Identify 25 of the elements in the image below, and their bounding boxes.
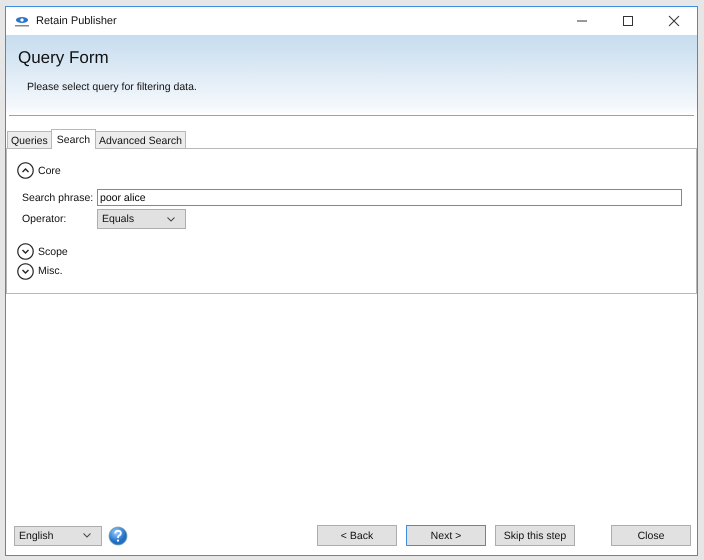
caret-icon	[167, 216, 175, 222]
tab[interactable]: Queries	[7, 131, 52, 149]
tab[interactable]: Search	[50, 129, 96, 149]
search-phrase-field[interactable]: poor alice	[97, 189, 682, 206]
wizard-button[interactable]: Next >	[406, 525, 486, 546]
wizard-button[interactable]: < Back	[317, 525, 397, 546]
language-dropdown[interactable]: English	[14, 526, 102, 546]
form-subtitle: Please select query for filtering data.	[27, 81, 198, 93]
operator-dropdown[interactable]: Equals	[97, 209, 186, 230]
wizard-button[interactable]: Close	[611, 525, 691, 546]
tab[interactable]: Advanced Search	[95, 131, 186, 149]
help-icon[interactable]	[108, 526, 128, 546]
expand-icon[interactable]	[17, 243, 34, 260]
section-title: Core	[38, 164, 61, 177]
field-label: Search phrase:	[22, 192, 94, 204]
section-title: Misc.	[38, 265, 62, 278]
wizard-button[interactable]: Skip this step	[495, 525, 575, 546]
field-label: Operator:	[22, 213, 68, 226]
app-icon	[14, 15, 30, 27]
form-title: Query Form	[18, 48, 110, 68]
expand-icon[interactable]	[17, 262, 34, 280]
caret-icon	[83, 533, 91, 538]
section-title: Scope	[38, 246, 68, 258]
window-title: Retain Publisher	[36, 15, 117, 27]
collapse-icon[interactable]	[17, 162, 34, 180]
